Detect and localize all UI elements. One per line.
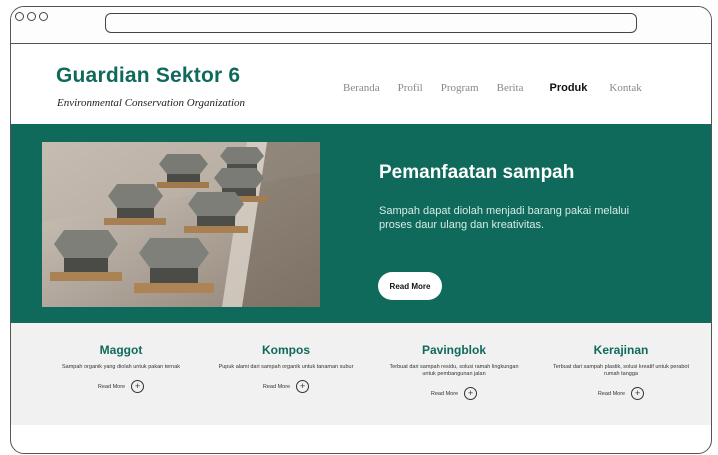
hero-image: [42, 142, 320, 307]
products-section: Maggot Sampah organik yang diolah untuk …: [11, 323, 711, 425]
plus-circle-icon[interactable]: +: [631, 387, 645, 400]
product-title: Kerajinan: [593, 343, 649, 357]
read-more-link[interactable]: Read More +: [51, 380, 191, 393]
plus-circle-icon[interactable]: +: [464, 387, 478, 400]
product-description: Terbuat dari sampah residu, solusi ramah…: [389, 364, 519, 377]
product-card-maggot: Maggot Sampah organik yang diolah untuk …: [51, 343, 191, 393]
paving-blocks-photo: [42, 142, 320, 307]
product-title: Kompos: [262, 343, 310, 357]
nav-item-produk[interactable]: Produk: [550, 82, 588, 94]
read-more-label[interactable]: Read More: [263, 384, 290, 390]
window-controls: [15, 12, 48, 21]
read-more-link[interactable]: Read More +: [384, 387, 524, 400]
product-card-kerajinan: Kerajinan Terbuat dari sampah plastik, s…: [551, 343, 691, 400]
read-more-link[interactable]: Read More +: [216, 380, 356, 393]
hero-title: Pemanfaatan sampah: [379, 162, 575, 183]
nav-item-program[interactable]: Program: [441, 82, 479, 94]
product-description: Terbuat dari sampah plastik, solusi krea…: [552, 364, 690, 377]
product-description: Pupuk alami dari sampah organik untuk ta…: [218, 364, 354, 370]
window-control-dot[interactable]: [27, 12, 36, 21]
nav-item-berita[interactable]: Berita: [497, 82, 524, 94]
product-title: Maggot: [99, 343, 143, 357]
nav-item-kontak[interactable]: Kontak: [609, 82, 641, 94]
read-more-label[interactable]: Read More: [98, 384, 125, 390]
paving-block: [157, 154, 209, 188]
read-more-label[interactable]: Read More: [431, 391, 458, 397]
hero-read-more-button[interactable]: Read More: [378, 272, 442, 300]
window-control-dot[interactable]: [39, 12, 48, 21]
read-more-label[interactable]: Read More: [598, 391, 625, 397]
site-header: Guardian Sektor 6 Environmental Conserva…: [11, 44, 711, 124]
product-title: Pavingblok: [421, 343, 486, 357]
address-bar[interactable]: [105, 13, 637, 33]
main-nav: Beranda Profil Program Berita Produk Kon…: [343, 82, 642, 94]
browser-window: Guardian Sektor 6 Environmental Conserva…: [10, 6, 712, 454]
brand-subtitle: Environmental Conservation Organization: [57, 97, 246, 109]
hero-section: Pemanfaatan sampah Sampah dapat diolah m…: [11, 124, 711, 323]
hero-description: Sampah dapat diolah menjadi barang pakai…: [379, 205, 630, 231]
nav-item-beranda[interactable]: Beranda: [343, 82, 380, 94]
product-card-kompos: Kompos Pupuk alami dari sampah organik u…: [216, 343, 356, 393]
read-more-link[interactable]: Read More +: [551, 387, 691, 400]
plus-circle-icon[interactable]: +: [131, 380, 145, 393]
plus-circle-icon[interactable]: +: [296, 380, 310, 393]
product-description: Sampah organik yang diolah untuk pakan t…: [61, 364, 181, 370]
product-card-pavingblok: Pavingblok Terbuat dari sampah residu, s…: [384, 343, 524, 400]
brand-title[interactable]: Guardian Sektor 6: [56, 64, 240, 88]
nav-item-profil[interactable]: Profil: [398, 82, 423, 94]
window-control-dot[interactable]: [15, 12, 24, 21]
browser-toolbar: [11, 7, 711, 44]
